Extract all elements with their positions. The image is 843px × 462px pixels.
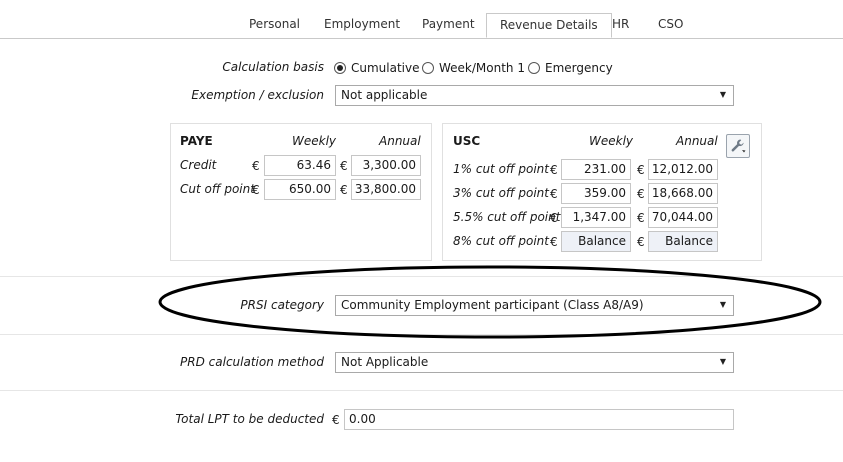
paye-panel: PAYE Weekly Annual Credit € 63.46 € 3,30… <box>170 123 432 261</box>
tab-bar: Personal Employment Payment Revenue Deta… <box>0 0 843 39</box>
section-divider <box>0 276 843 277</box>
radio-cumulative-label: Cumulative <box>351 61 420 75</box>
currency-symbol: € <box>637 235 645 249</box>
usc-3pct-weekly-input[interactable]: 359.00 <box>561 183 631 204</box>
usc-weekly-header: Weekly <box>589 134 634 148</box>
dropdown-arrow-icon: ▼ <box>719 90 726 99</box>
exemption-value: Not applicable <box>341 88 428 102</box>
prd-method-select[interactable]: Not Applicable ▼ <box>335 352 734 373</box>
prsi-category-value: Community Employment participant (Class … <box>341 298 644 312</box>
paye-credit-label: Credit <box>180 158 217 172</box>
paye-title: PAYE <box>180 134 213 148</box>
radio-emergency[interactable]: Emergency <box>528 61 613 75</box>
usc-5-5pct-weekly-input[interactable]: 1,347.00 <box>561 207 631 228</box>
paye-cutoff-annual-input[interactable]: 33,800.00 <box>351 179 421 200</box>
tab-hr[interactable]: HR <box>612 17 629 31</box>
usc-5-5pct-annual-input[interactable]: 70,044.00 <box>648 207 718 228</box>
currency-symbol: € <box>332 413 340 427</box>
currency-symbol: € <box>340 159 348 173</box>
tab-payment[interactable]: Payment <box>422 17 475 31</box>
currency-symbol: € <box>637 211 645 225</box>
prsi-category-select[interactable]: Community Employment participant (Class … <box>335 295 734 316</box>
paye-weekly-header: Weekly <box>292 134 337 148</box>
tab-employment[interactable]: Employment <box>324 17 400 31</box>
tab-divider <box>0 38 843 39</box>
usc-3pct-label: 3% cut off point <box>453 186 549 200</box>
section-divider <box>0 334 843 335</box>
radio-unselected-icon <box>528 62 540 74</box>
tab-revenue-details[interactable]: Revenue Details <box>486 13 612 38</box>
usc-8pct-weekly-field: Balance <box>561 231 631 252</box>
section-divider <box>0 390 843 391</box>
currency-symbol: € <box>252 159 260 173</box>
currency-symbol: € <box>637 163 645 177</box>
dropdown-arrow-icon: ▼ <box>719 357 726 366</box>
tab-cso[interactable]: CSO <box>658 17 683 31</box>
paye-credit-annual-input[interactable]: 3,300.00 <box>351 155 421 176</box>
currency-symbol: € <box>550 235 558 249</box>
usc-3pct-annual-input[interactable]: 18,668.00 <box>648 183 718 204</box>
currency-symbol: € <box>550 187 558 201</box>
dropdown-arrow-icon: ▼ <box>719 300 726 309</box>
prd-method-value: Not Applicable <box>341 355 429 369</box>
paye-credit-weekly-input[interactable]: 63.46 <box>264 155 336 176</box>
currency-symbol: € <box>550 163 558 177</box>
lpt-input[interactable]: 0.00 <box>344 409 734 430</box>
tab-personal[interactable]: Personal <box>249 17 300 31</box>
prsi-category-label: PRSI category <box>240 298 324 312</box>
usc-1pct-label: 1% cut off point <box>453 162 549 176</box>
currency-symbol: € <box>340 183 348 197</box>
paye-cutoff-label: Cut off point <box>180 182 255 196</box>
currency-symbol: € <box>550 211 558 225</box>
usc-1pct-annual-input[interactable]: 12,012.00 <box>648 159 718 180</box>
radio-selected-icon <box>334 62 346 74</box>
wrench-icon <box>731 139 746 153</box>
usc-title: USC <box>453 134 481 148</box>
usc-8pct-annual-field: Balance <box>648 231 718 252</box>
radio-cumulative[interactable]: Cumulative <box>334 61 420 75</box>
calculation-basis-label: Calculation basis <box>222 60 324 74</box>
prd-method-label: PRD calculation method <box>180 355 324 369</box>
settings-button[interactable] <box>726 134 750 158</box>
radio-week-month-1[interactable]: Week/Month 1 <box>422 61 525 75</box>
paye-annual-header: Annual <box>379 134 421 148</box>
currency-symbol: € <box>252 183 260 197</box>
exemption-label: Exemption / exclusion <box>191 88 324 102</box>
currency-symbol: € <box>637 187 645 201</box>
usc-5-5pct-label: 5.5% cut off point <box>453 210 561 224</box>
radio-unselected-icon <box>422 62 434 74</box>
exemption-select[interactable]: Not applicable ▼ <box>335 85 734 106</box>
usc-annual-header: Annual <box>676 134 718 148</box>
lpt-label: Total LPT to be deducted <box>175 412 324 426</box>
usc-8pct-label: 8% cut off point <box>453 234 549 248</box>
usc-panel: USC Weekly Annual 1% cut off point € 231… <box>442 123 762 261</box>
radio-emergency-label: Emergency <box>545 61 613 75</box>
radio-week-month-1-label: Week/Month 1 <box>439 61 525 75</box>
paye-cutoff-weekly-input[interactable]: 650.00 <box>264 179 336 200</box>
usc-1pct-weekly-input[interactable]: 231.00 <box>561 159 631 180</box>
